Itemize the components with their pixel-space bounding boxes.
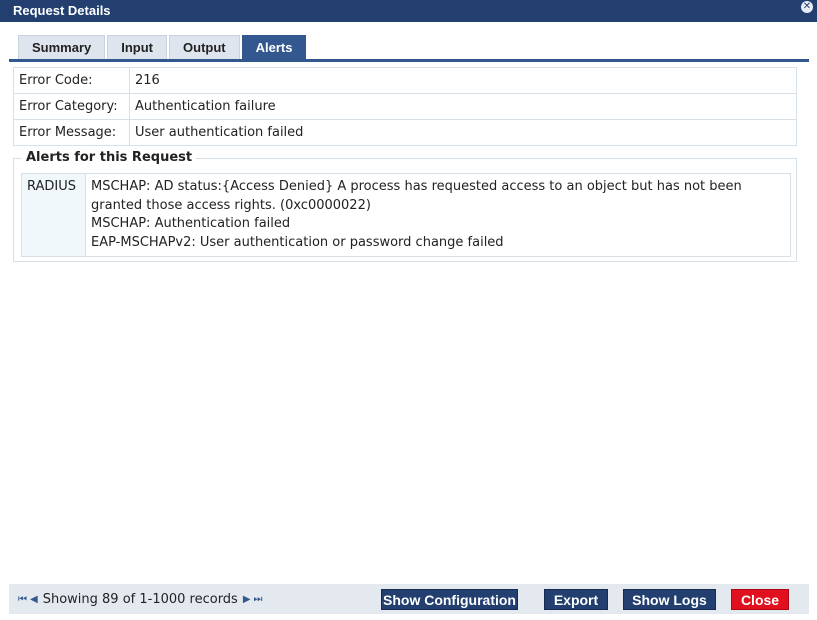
close-button[interactable]: Close [731, 589, 789, 610]
error-category-value: Authentication failure [129, 93, 797, 120]
window-titlebar: Request Details ✕ [0, 0, 817, 22]
show-logs-button[interactable]: Show Logs [623, 589, 716, 610]
footer-bar: ⏮ ◀ Showing 89 of 1-1000 records ▶ ⏭ Sho… [9, 584, 809, 614]
alert-message-line: granted those access rights. (0xc0000022… [91, 197, 371, 213]
error-category-label: Error Category: [13, 93, 130, 120]
alert-message-line: EAP-MSCHAPv2: User authentication or pas… [91, 234, 504, 250]
table-row: Error Category: Authentication failure [13, 93, 797, 120]
window-title: Request Details [13, 3, 111, 18]
alert-source: RADIUS [21, 173, 86, 257]
alert-messages: MSCHAP: AD status:{Access Denied} A proc… [85, 173, 791, 257]
last-page-icon[interactable]: ⏭ [254, 594, 263, 605]
error-message-value: User authentication failed [129, 119, 797, 146]
alerts-table: RADIUS MSCHAP: AD status:{Access Denied}… [21, 173, 791, 257]
first-page-icon[interactable]: ⏮ [18, 594, 27, 605]
error-code-label: Error Code: [13, 67, 130, 94]
error-details-table: Error Code: 216 Error Category: Authenti… [13, 67, 797, 146]
tab-bar: Summary Input Output Alerts [18, 35, 307, 59]
next-page-icon[interactable]: ▶ [243, 594, 251, 605]
tab-input[interactable]: Input [107, 35, 168, 59]
close-icon[interactable]: ✕ [801, 1, 813, 13]
prev-page-icon[interactable]: ◀ [30, 594, 38, 605]
table-row: Error Message: User authentication faile… [13, 119, 797, 146]
tab-alerts[interactable]: Alerts [241, 35, 307, 59]
error-code-value: 216 [129, 67, 797, 94]
table-row: Error Code: 216 [13, 67, 797, 94]
pagination: ⏮ ◀ Showing 89 of 1-1000 records ▶ ⏭ [18, 592, 263, 607]
export-button[interactable]: Export [544, 589, 608, 610]
tab-summary[interactable]: Summary [18, 35, 106, 59]
table-row: RADIUS MSCHAP: AD status:{Access Denied}… [21, 173, 791, 257]
tab-underline [9, 59, 809, 62]
alerts-fieldset: Alerts for this Request RADIUS MSCHAP: A… [13, 150, 797, 262]
records-status: Showing 89 of 1-1000 records [42, 592, 238, 607]
alert-message-line: MSCHAP: AD status:{Access Denied} A proc… [91, 179, 742, 194]
alert-message-line: MSCHAP: Authentication failed [91, 216, 291, 231]
alerts-section-title: Alerts for this Request [22, 150, 197, 165]
error-message-label: Error Message: [13, 119, 130, 146]
show-configuration-button[interactable]: Show Configuration [381, 589, 518, 610]
tab-output[interactable]: Output [169, 35, 240, 59]
